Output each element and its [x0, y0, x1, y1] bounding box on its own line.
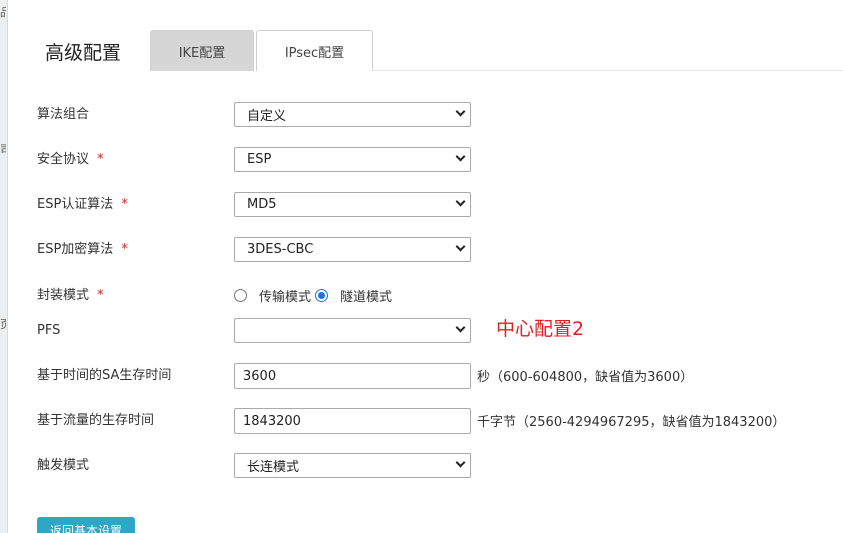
edge-glyph: 司 [0, 143, 6, 156]
select-value: ESP [247, 152, 272, 167]
chevron-down-icon [455, 196, 466, 207]
required-mark: * [121, 197, 128, 212]
esp-auth-algorithm-select[interactable]: MD5 [234, 192, 471, 217]
tab-label: IKE配置 [178, 45, 226, 61]
sa-lifetime-traffic-input[interactable] [234, 408, 471, 434]
page-title: 高级配置 [45, 42, 122, 64]
esp-encrypt-algorithm-select[interactable]: 3DES-CBC [234, 237, 471, 262]
chevron-down-icon [455, 151, 466, 162]
annotation-text: 中心配置2 [496, 318, 585, 340]
left-panel-edge: 品 司 页 [0, 0, 8, 533]
edge-glyph: 页 [0, 318, 6, 331]
select-value: 长连模式 [247, 460, 300, 475]
tab-ike-config[interactable]: IKE配置 [150, 30, 254, 71]
chevron-down-icon [455, 457, 466, 468]
trigger-mode-select[interactable]: 长连模式 [234, 453, 471, 478]
tab-label: IPsec配置 [284, 45, 345, 61]
security-protocol-select[interactable]: ESP [234, 147, 471, 172]
esp-auth-algorithm-label: ESP认证算法 * [37, 197, 128, 212]
sa-lifetime-traffic-hint: 千字节（2560-4294967295，缺省值为1843200） [477, 415, 786, 430]
select-value: 自定义 [247, 109, 287, 124]
sa-lifetime-traffic-label: 基于流量的生存时间 [37, 413, 155, 428]
edge-glyph: 品 [0, 6, 6, 19]
required-mark: * [97, 152, 104, 167]
required-mark: * [121, 242, 128, 257]
required-mark: * [97, 288, 104, 303]
sa-lifetime-time-label: 基于时间的SA生存时间 [37, 368, 172, 383]
pfs-select[interactable] [234, 318, 471, 343]
select-value: 3DES-CBC [247, 242, 314, 257]
encapsulation-mode-label: 封装模式 * [37, 288, 104, 303]
sa-lifetime-time-hint: 秒（600-604800，缺省值为3600） [477, 370, 694, 385]
sa-lifetime-time-input[interactable] [234, 363, 471, 389]
tab-ipsec-config[interactable]: IPsec配置 [256, 30, 373, 71]
tab-divider [373, 70, 843, 71]
chevron-down-icon [455, 106, 466, 117]
encapsulation-mode-options: 传输模式 隧道模式 [234, 286, 396, 305]
tunnel-mode-label[interactable]: 隧道模式 [340, 286, 392, 305]
transport-mode-label[interactable]: 传输模式 [259, 286, 311, 305]
transport-mode-radio[interactable] [234, 289, 247, 302]
tunnel-mode-radio[interactable] [315, 289, 329, 302]
algorithm-combo-select[interactable]: 自定义 [234, 102, 471, 127]
back-to-basic-settings-button[interactable]: 返回基本设置 [37, 517, 135, 533]
esp-encrypt-algorithm-label: ESP加密算法 * [37, 242, 128, 257]
trigger-mode-label: 触发模式 [37, 458, 90, 473]
select-value: MD5 [247, 197, 277, 212]
chevron-down-icon [455, 322, 466, 333]
pfs-label: PFS [37, 323, 61, 338]
security-protocol-label: 安全协议 * [37, 152, 104, 167]
algorithm-combo-label: 算法组合 [37, 107, 90, 122]
chevron-down-icon [455, 241, 466, 252]
